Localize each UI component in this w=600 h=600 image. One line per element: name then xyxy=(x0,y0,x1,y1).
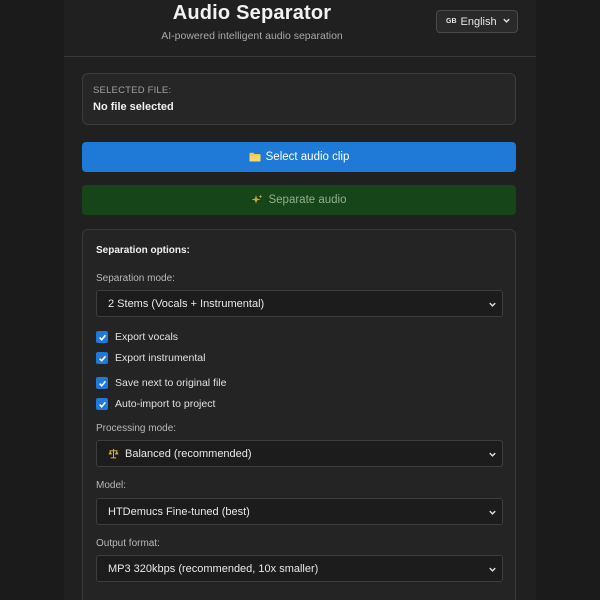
separate-audio-button[interactable]: Separate audio xyxy=(82,185,516,215)
auto-import-label: Auto-import to project xyxy=(115,398,216,410)
select-audio-button[interactable]: Select audio clip xyxy=(82,142,516,172)
chevron-down-icon xyxy=(488,565,497,577)
selected-file-label: SELECTED FILE: xyxy=(93,85,172,96)
output-format-value: MP3 320kbps (recommended, 10x smaller) xyxy=(108,562,319,575)
language-selected: English xyxy=(460,15,497,28)
auto-import-checkbox[interactable]: Auto-import to project xyxy=(96,397,215,411)
sparkles-icon xyxy=(251,194,263,206)
chevron-down-icon xyxy=(488,300,497,312)
chevron-down-icon xyxy=(488,450,497,462)
separation-mode-value: 2 Stems (Vocals + Instrumental) xyxy=(108,297,265,310)
separation-options-card: Separation options: Separation mode: 2 S… xyxy=(82,229,516,600)
processing-mode-value: Balanced (recommended) xyxy=(125,447,252,460)
separation-mode-select[interactable]: 2 Stems (Vocals + Instrumental) xyxy=(96,290,503,317)
export-vocals-label: Export vocals xyxy=(115,331,179,343)
export-instrumental-checkbox[interactable]: Export instrumental xyxy=(96,351,205,365)
checkbox-checked-icon[interactable] xyxy=(96,352,108,364)
scales-icon xyxy=(108,448,119,459)
options-heading: Separation options: xyxy=(96,245,190,256)
model-select[interactable]: HTDemucs Fine-tuned (best) xyxy=(96,498,503,525)
chevron-down-icon xyxy=(488,508,497,520)
select-audio-label: Select audio clip xyxy=(265,151,350,163)
app-window: Audio Separator AI-powered intelligent a… xyxy=(0,0,600,600)
output-format-select[interactable]: MP3 320kbps (recommended, 10x smaller) xyxy=(96,555,503,582)
language-select[interactable]: GB English xyxy=(436,10,518,33)
save-next-to-original-label: Save next to original file xyxy=(115,377,227,389)
checkbox-checked-icon[interactable] xyxy=(96,331,108,343)
export-instrumental-label: Export instrumental xyxy=(115,352,206,364)
export-vocals-checkbox[interactable]: Export vocals xyxy=(96,330,178,344)
folder-icon xyxy=(249,152,261,162)
flag-icon: GB xyxy=(446,18,457,25)
separation-mode-label: Separation mode: xyxy=(96,273,175,284)
output-format-label: Output format: xyxy=(96,538,160,549)
separate-audio-label: Separate audio xyxy=(268,194,347,206)
checkbox-checked-icon[interactable] xyxy=(96,377,108,389)
selected-file-value: No file selected xyxy=(93,101,174,113)
save-next-to-original-checkbox[interactable]: Save next to original file xyxy=(96,376,226,390)
processing-mode-label: Processing mode: xyxy=(96,423,177,434)
checkbox-checked-icon[interactable] xyxy=(96,398,108,410)
processing-mode-select[interactable]: Balanced (recommended) xyxy=(96,440,503,467)
model-label: Model: xyxy=(96,480,127,491)
model-value: HTDemucs Fine-tuned (best) xyxy=(108,505,250,518)
selected-file-card: SELECTED FILE: No file selected xyxy=(82,73,516,125)
app-title: Audio Separator xyxy=(172,2,332,24)
chevron-down-icon xyxy=(502,16,511,28)
app-subtitle: AI-powered intelligent audio separation xyxy=(161,30,343,42)
